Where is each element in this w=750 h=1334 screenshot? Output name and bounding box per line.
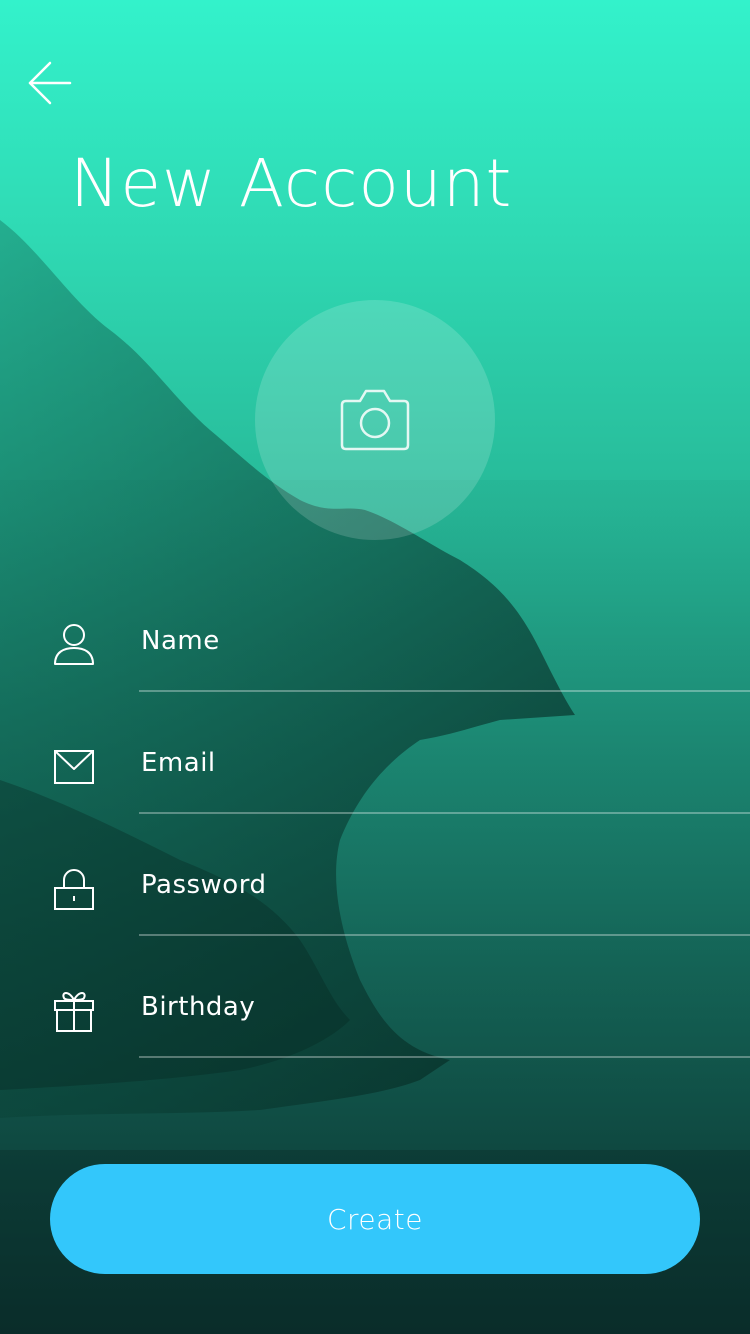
lock-icon [54, 869, 94, 910]
camera-icon [340, 389, 410, 451]
birthday-field-row [0, 966, 750, 1088]
add-photo-button[interactable] [255, 300, 495, 540]
gift-icon [54, 992, 94, 1032]
password-input[interactable] [139, 850, 741, 920]
email-input[interactable] [139, 728, 741, 798]
page-title: New Account [70, 145, 513, 222]
password-field-row [0, 844, 750, 966]
email-underline [139, 812, 750, 814]
name-field-row [0, 600, 750, 722]
person-icon [54, 624, 94, 665]
name-input[interactable] [139, 606, 741, 676]
email-field-row [0, 722, 750, 844]
create-button[interactable]: Create [50, 1164, 700, 1274]
password-underline [139, 934, 750, 936]
arrow-left-icon [28, 61, 72, 105]
back-button[interactable] [24, 58, 76, 110]
name-underline [139, 690, 750, 692]
birthday-input[interactable] [139, 972, 741, 1042]
new-account-screen: New Account Name Email Birthday Create [0, 0, 750, 1334]
envelope-icon [54, 750, 94, 784]
birthday-underline [139, 1056, 750, 1058]
